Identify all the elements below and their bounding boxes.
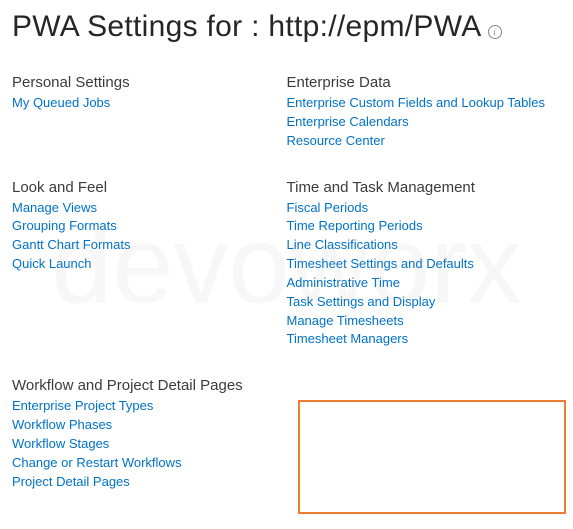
link-workflow-stages[interactable]: Workflow Stages xyxy=(12,435,287,454)
section-empty-highlighted xyxy=(287,377,562,491)
link-line-classifications[interactable]: Line Classifications xyxy=(287,236,562,255)
section-workflow: Workflow and Project Detail Pages Enterp… xyxy=(12,377,287,491)
section-personal: Personal Settings My Queued Jobs xyxy=(12,74,287,151)
section-title-workflow: Workflow and Project Detail Pages xyxy=(12,377,287,394)
link-administrative-time[interactable]: Administrative Time xyxy=(287,274,562,293)
page-header: PWA Settings for : http://epm/PWA i xyxy=(0,0,573,68)
link-timesheet-managers[interactable]: Timesheet Managers xyxy=(287,330,562,349)
link-time-reporting-periods[interactable]: Time Reporting Periods xyxy=(287,217,562,236)
link-manage-views[interactable]: Manage Views xyxy=(12,199,287,218)
link-manage-timesheets[interactable]: Manage Timesheets xyxy=(287,312,562,331)
section-look: Look and Feel Manage Views Grouping Form… xyxy=(12,179,287,350)
section-time: Time and Task Management Fiscal Periods … xyxy=(287,179,562,350)
info-icon[interactable]: i xyxy=(488,25,502,39)
link-timesheet-settings[interactable]: Timesheet Settings and Defaults xyxy=(287,255,562,274)
link-gantt-chart-formats[interactable]: Gantt Chart Formats xyxy=(12,236,287,255)
link-resource-center[interactable]: Resource Center xyxy=(287,132,562,151)
link-grouping-formats[interactable]: Grouping Formats xyxy=(12,217,287,236)
settings-grid: Personal Settings My Queued Jobs Enterpr… xyxy=(0,68,573,492)
link-change-restart-workflows[interactable]: Change or Restart Workflows xyxy=(12,454,287,473)
link-task-settings[interactable]: Task Settings and Display xyxy=(287,293,562,312)
link-my-queued-jobs[interactable]: My Queued Jobs xyxy=(12,94,287,113)
section-title-time: Time and Task Management xyxy=(287,179,562,196)
link-project-detail-pages[interactable]: Project Detail Pages xyxy=(12,473,287,492)
page-title: PWA Settings for : http://epm/PWA xyxy=(12,10,482,44)
link-enterprise-calendars[interactable]: Enterprise Calendars xyxy=(287,113,562,132)
link-quick-launch[interactable]: Quick Launch xyxy=(12,255,287,274)
section-title-enterprise: Enterprise Data xyxy=(287,74,562,91)
link-custom-fields[interactable]: Enterprise Custom Fields and Lookup Tabl… xyxy=(287,94,562,113)
section-title-personal: Personal Settings xyxy=(12,74,287,91)
section-title-look: Look and Feel xyxy=(12,179,287,196)
section-enterprise: Enterprise Data Enterprise Custom Fields… xyxy=(287,74,562,151)
link-fiscal-periods[interactable]: Fiscal Periods xyxy=(287,199,562,218)
link-enterprise-project-types[interactable]: Enterprise Project Types xyxy=(12,397,287,416)
link-workflow-phases[interactable]: Workflow Phases xyxy=(12,416,287,435)
